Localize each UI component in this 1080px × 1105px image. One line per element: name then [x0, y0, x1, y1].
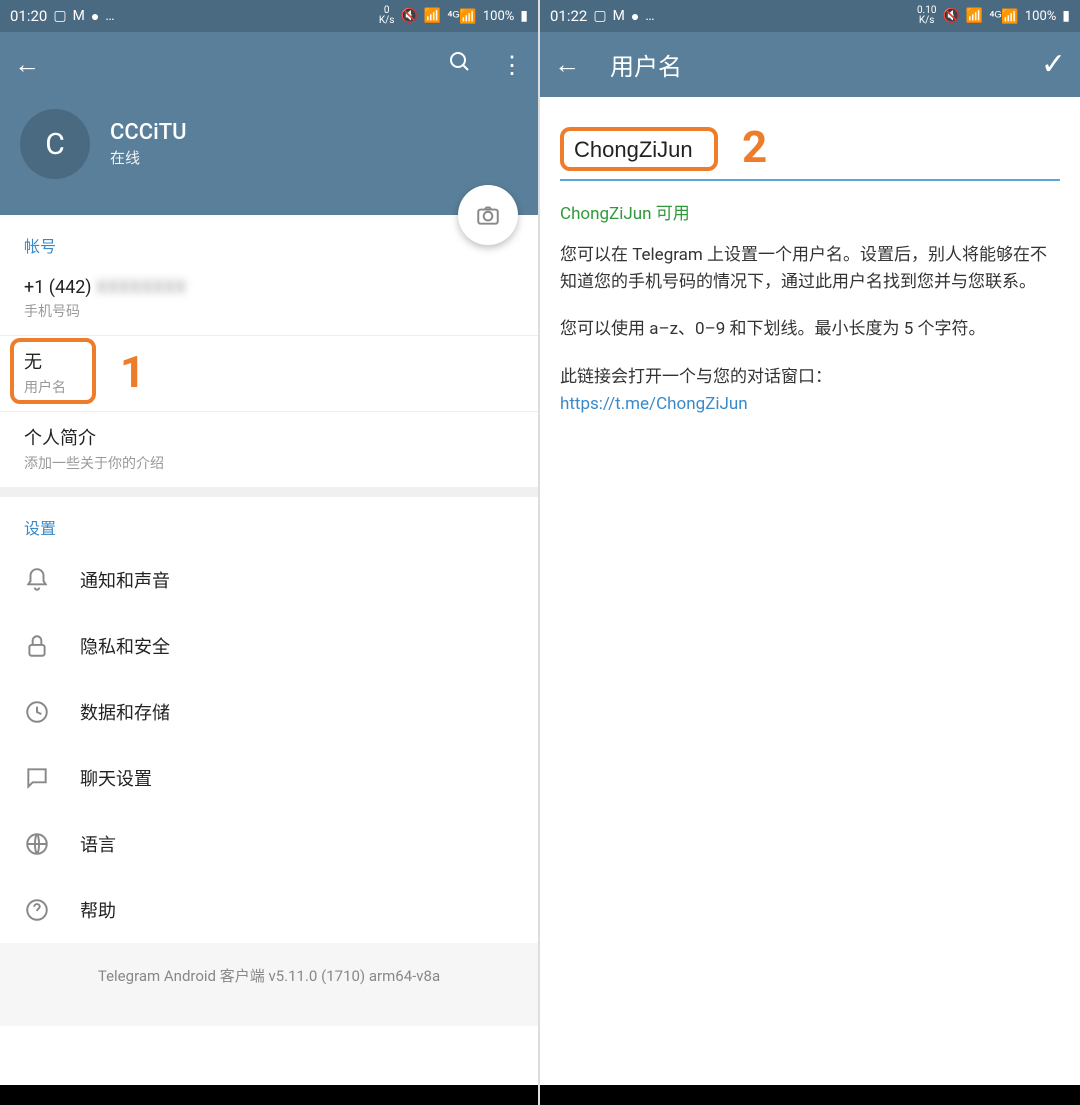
- network-speed: 0.10 K/s: [917, 6, 937, 26]
- chat-icon: ●: [631, 8, 639, 25]
- search-icon[interactable]: [448, 50, 472, 80]
- status-bar: 01:22 ▢ M ● … 0.10 K/s 🔇 📶 ⁴ᴳ📶 100% ▮: [540, 0, 1080, 32]
- help-icon: [24, 897, 50, 923]
- settings-row-help[interactable]: 帮助: [0, 877, 538, 943]
- mail-icon: M: [73, 8, 85, 24]
- phone-row[interactable]: +1 (442) XXXXXXXX 手机号码: [0, 265, 538, 336]
- phone-screen-username: 01:22 ▢ M ● … 0.10 K/s 🔇 📶 ⁴ᴳ📶 100% ▮ ← …: [540, 0, 1080, 1105]
- app-bar: ← ⋮: [0, 32, 538, 97]
- section-title-account: 帐号: [0, 215, 538, 265]
- android-nav-bar: [540, 1085, 1080, 1105]
- clock-icon: [24, 699, 50, 725]
- wifi-icon: 📶: [966, 8, 983, 24]
- android-nav-bar: [0, 1085, 538, 1105]
- battery-text: 100%: [1025, 9, 1056, 24]
- network-speed: 0 K/s: [379, 6, 395, 26]
- mail-icon: M: [613, 8, 625, 24]
- confirm-check-icon[interactable]: ✓: [1041, 47, 1066, 82]
- mute-icon: 🔇: [400, 8, 417, 24]
- status-bar: 01:20 ▢ M ● … 0 K/s 🔇 📶 ⁴ᴳ📶 100% ▮: [0, 0, 538, 32]
- username-value: 无: [24, 348, 42, 374]
- settings-row-privacy[interactable]: 隐私和安全: [0, 613, 538, 679]
- bell-icon: [24, 567, 50, 593]
- username-available-text: ChongZiJun 可用: [560, 199, 1060, 224]
- username-form: 2 ChongZiJun 可用 您可以在 Telegram 上设置一个用户名。设…: [540, 97, 1080, 1085]
- wifi-icon: 📶: [424, 8, 441, 24]
- bio-value: 个人简介: [24, 424, 514, 450]
- profile-link[interactable]: https://t.me/ChongZiJun: [560, 394, 748, 414]
- signal-icon: ⁴ᴳ📶: [989, 8, 1019, 25]
- section-title-settings: 设置: [0, 497, 538, 547]
- nav-title: 用户名: [594, 47, 1041, 82]
- settings-row-notifications[interactable]: 通知和声音: [0, 547, 538, 613]
- bio-row[interactable]: 个人简介 添加一些关于你的介绍: [0, 412, 538, 487]
- annotation-number-1: 1: [120, 346, 145, 398]
- settings-label: 聊天设置: [80, 765, 152, 791]
- globe-icon: [24, 831, 50, 857]
- more-vert-icon[interactable]: ⋮: [500, 51, 524, 79]
- status-time: 01:20: [10, 7, 47, 25]
- settings-row-language[interactable]: 语言: [0, 811, 538, 877]
- username-label: 用户名: [24, 377, 66, 397]
- help-paragraph-3: 此链接会打开一个与您的对话窗口： https://t.me/ChongZiJun: [560, 364, 1060, 418]
- settings-row-data[interactable]: 数据和存储: [0, 679, 538, 745]
- more-icon: …: [105, 8, 114, 24]
- back-icon[interactable]: ←: [554, 49, 594, 80]
- profile-header: C CCCiTU 在线: [0, 97, 538, 215]
- phone-screen-settings: 01:20 ▢ M ● … 0 K/s 🔇 📶 ⁴ᴳ📶 100% ▮ ← ⋮ C…: [0, 0, 540, 1105]
- annotation-box-2: [560, 127, 718, 171]
- settings-label: 帮助: [80, 897, 116, 923]
- settings-section: 设置 通知和声音 隐私和安全 数据和存储 聊天设置 语言 帮助: [0, 497, 538, 943]
- battery-icon: ▮: [1062, 8, 1070, 24]
- username-input[interactable]: [574, 137, 704, 163]
- phone-blurred: XXXXXXXX: [96, 277, 186, 298]
- phone-value: +1 (442) XXXXXXXX: [24, 277, 514, 298]
- battery-icon: ▮: [520, 8, 528, 24]
- bio-label: 添加一些关于你的介绍: [24, 453, 514, 473]
- annotation-number-2: 2: [742, 121, 767, 173]
- profile-name: CCCiTU: [110, 120, 187, 145]
- section-divider: [0, 487, 538, 497]
- profile-status: 在线: [110, 147, 187, 168]
- settings-label: 数据和存储: [80, 699, 170, 725]
- app-version-footer: Telegram Android 客户端 v5.11.0 (1710) arm6…: [0, 943, 538, 1026]
- settings-label: 隐私和安全: [80, 633, 170, 659]
- settings-row-chat[interactable]: 聊天设置: [0, 745, 538, 811]
- phone-label: 手机号码: [24, 301, 514, 321]
- status-time: 01:22: [550, 7, 587, 25]
- chat-icon: ●: [91, 8, 99, 25]
- picture-icon: ▢: [53, 8, 66, 24]
- camera-fab[interactable]: [458, 185, 518, 245]
- settings-label: 语言: [80, 831, 116, 857]
- more-icon: …: [645, 8, 654, 24]
- input-underline: [560, 179, 1060, 181]
- help-paragraph-1: 您可以在 Telegram 上设置一个用户名。设置后，别人将能够在不知道您的手机…: [560, 242, 1060, 296]
- battery-text: 100%: [483, 9, 514, 24]
- settings-label: 通知和声音: [80, 567, 170, 593]
- chat-icon: [24, 765, 50, 791]
- account-section: 帐号 +1 (442) XXXXXXXX 手机号码 无 用户名 1 个人简介 添…: [0, 215, 538, 487]
- picture-icon: ▢: [593, 8, 606, 24]
- avatar[interactable]: C: [20, 109, 90, 179]
- back-icon[interactable]: ←: [14, 49, 54, 80]
- mute-icon: 🔇: [942, 8, 959, 24]
- app-bar: ← 用户名 ✓: [540, 32, 1080, 97]
- help-paragraph-2: 您可以使用 a–z、0–9 和下划线。最小长度为 5 个字符。: [560, 316, 1060, 343]
- lock-icon: [24, 633, 50, 659]
- signal-icon: ⁴ᴳ📶: [447, 8, 477, 25]
- username-row[interactable]: 无 用户名 1: [0, 336, 538, 412]
